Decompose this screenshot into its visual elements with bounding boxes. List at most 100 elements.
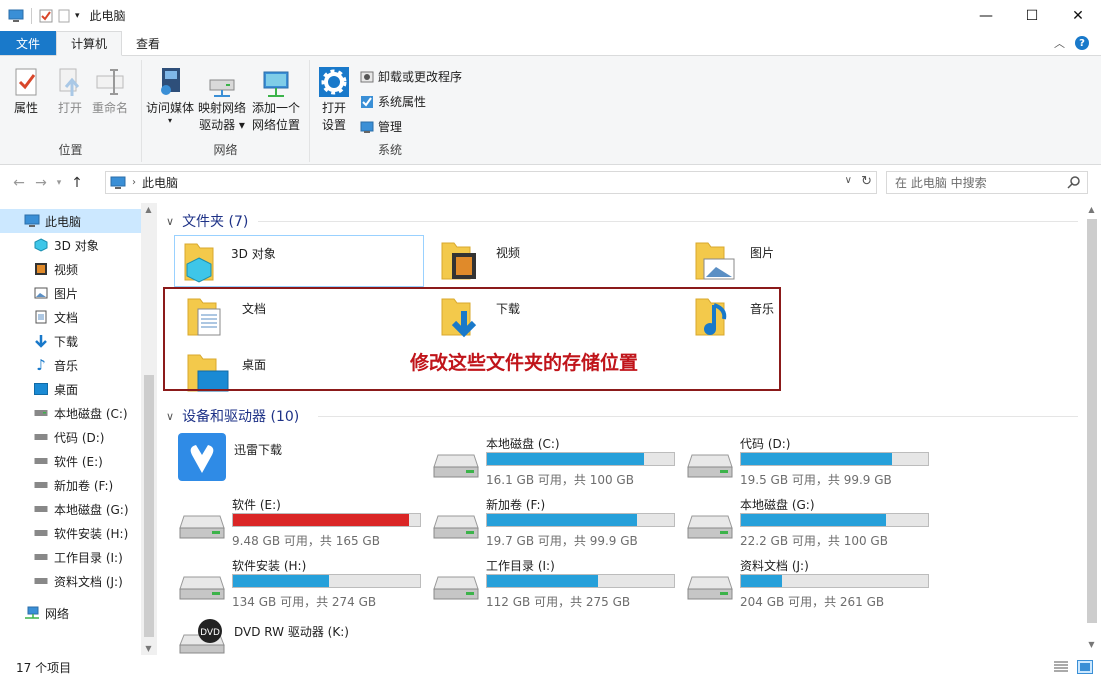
recent-locations-dropdown[interactable]: ▾ xyxy=(52,178,66,188)
manage-button[interactable]: 管理 xyxy=(360,118,402,135)
properties-button[interactable]: 属性 xyxy=(10,66,42,117)
scroll-down-arrow[interactable]: ▼ xyxy=(1084,640,1099,649)
back-button[interactable]: ← xyxy=(8,175,30,191)
navigation-pane: 此电脑 3D 对象 视频 图片 文档 下载 ♪ 音乐 桌面 本地磁盘 (C:) … xyxy=(0,203,157,655)
drive-tile-c[interactable]: 本地磁盘 (C:) 16.1 GB 可用，共 100 GB xyxy=(432,433,682,491)
scrollbar-thumb[interactable] xyxy=(1087,219,1097,623)
uninstall-programs-button[interactable]: 卸载或更改程序 xyxy=(360,68,462,85)
status-bar: 17 个项目 xyxy=(0,655,1101,680)
sidebar-item-drive-h[interactable]: 软件安装 (H:) xyxy=(0,521,141,545)
folder-tile-3d-objects[interactable]: 3D 对象 xyxy=(174,235,424,287)
folder-tile-videos[interactable]: 视频 xyxy=(440,235,690,287)
refresh-icon[interactable]: ↻ xyxy=(861,174,872,189)
folder-picture-icon xyxy=(695,242,735,280)
sidebar-item-drive-j[interactable]: 资料文档 (J:) xyxy=(0,569,141,593)
properties-icon[interactable] xyxy=(39,9,53,23)
sidebar-scrollbar[interactable]: ▲ ▼ xyxy=(141,203,157,655)
document-icon xyxy=(33,309,49,325)
folders-section-header[interactable]: ∨ 文件夹 (7) xyxy=(166,211,1078,231)
drive-tile-d[interactable]: 代码 (D:) 19.5 GB 可用，共 99.9 GB xyxy=(686,433,936,491)
breadcrumb[interactable]: 此电脑 xyxy=(142,174,178,191)
sidebar-item-drive-f[interactable]: 新加卷 (F:) xyxy=(0,473,141,497)
sidebar-item-music[interactable]: ♪ 音乐 xyxy=(0,353,141,377)
drive-tile-f[interactable]: 新加卷 (F:) 19.7 GB 可用，共 99.9 GB xyxy=(432,494,682,552)
minimize-button[interactable]: — xyxy=(963,0,1009,31)
content-scrollbar[interactable]: ▲ ▼ xyxy=(1084,203,1100,655)
sidebar-item-3d-objects[interactable]: 3D 对象 xyxy=(0,233,141,257)
maximize-button[interactable]: ☐ xyxy=(1009,0,1055,31)
usage-bar xyxy=(486,574,675,588)
dvd-drive-tile-k[interactable]: DVD DVD RW 驱动器 (K:) xyxy=(178,617,428,657)
drive-tile-h[interactable]: 软件安装 (H:) 134 GB 可用，共 274 GB xyxy=(178,555,428,613)
item-count: 17 个项目 xyxy=(16,661,72,675)
uninstall-icon xyxy=(360,71,374,82)
large-icons-view-icon[interactable] xyxy=(1077,660,1093,674)
app-tile-thunder[interactable]: 迅雷下载 xyxy=(178,433,428,485)
content-pane: ∨ 文件夹 (7) 3D 对象 视频 图片 文档 下载 音乐 桌面 ∨ 设备和驱… xyxy=(162,203,1100,657)
drive-tile-j[interactable]: 资料文档 (J:) 204 GB 可用，共 261 GB xyxy=(686,555,936,613)
help-icon[interactable]: ? xyxy=(1075,36,1089,50)
collapse-ribbon-icon[interactable]: ︿ xyxy=(1054,35,1065,51)
drive-icon xyxy=(33,453,49,469)
collapse-chevron-icon[interactable]: ∨ xyxy=(166,215,174,228)
tab-view[interactable]: 查看 xyxy=(122,31,174,55)
usage-bar xyxy=(486,452,675,466)
sidebar-item-pictures[interactable]: 图片 xyxy=(0,281,141,305)
sidebar-item-this-pc[interactable]: 此电脑 xyxy=(0,209,141,233)
tab-file[interactable]: 文件 xyxy=(0,31,57,55)
sidebar-item-network[interactable]: 网络 xyxy=(0,601,141,625)
sidebar-item-drive-e[interactable]: 软件 (E:) xyxy=(0,449,141,473)
drive-tile-g[interactable]: 本地磁盘 (G:) 22.2 GB 可用，共 100 GB xyxy=(686,494,936,552)
rename-button[interactable]: 重命名 xyxy=(92,66,128,117)
sidebar-item-documents[interactable]: 文档 xyxy=(0,305,141,329)
drive-icon xyxy=(33,405,49,421)
sidebar-item-drive-g[interactable]: 本地磁盘 (G:) xyxy=(0,497,141,521)
sidebar-item-downloads[interactable]: 下载 xyxy=(0,329,141,353)
hard-drive-icon xyxy=(433,454,479,478)
usage-bar xyxy=(232,513,421,527)
address-bar[interactable]: › 此电脑 ∨ ↻ xyxy=(105,171,877,194)
ribbon-group-location: 属性 打开 重命名 位置 xyxy=(0,60,142,162)
map-network-drive-button[interactable]: 映射网络 驱动器 ▾ xyxy=(198,66,246,134)
up-button[interactable]: ↑ xyxy=(66,175,88,191)
add-network-location-button[interactable]: 添加一个 网络位置 xyxy=(252,66,300,134)
ribbon-tabs: 文件 计算机 查看 ︿ ? xyxy=(0,31,1101,56)
hard-drive-icon xyxy=(687,576,733,600)
usage-bar-fill xyxy=(487,575,598,587)
dvd-drive-icon: DVD xyxy=(179,619,225,654)
video-icon xyxy=(33,261,49,277)
address-dropdown[interactable]: ∨ xyxy=(845,175,852,186)
sidebar-item-videos[interactable]: 视频 xyxy=(0,257,141,281)
ribbon-group-title: 位置 xyxy=(58,143,83,157)
search-input[interactable]: 在 此电脑 中搜索 xyxy=(886,171,1088,194)
collapse-chevron-icon[interactable]: ∨ xyxy=(166,410,174,423)
sidebar-item-drive-i[interactable]: 工作目录 (I:) xyxy=(0,545,141,569)
folder-tile-pictures[interactable]: 图片 xyxy=(694,235,944,287)
open-settings-button[interactable]: 打开 设置 xyxy=(318,66,350,134)
devices-section-header[interactable]: ∨ 设备和驱动器 (10) xyxy=(166,406,1078,426)
open-button[interactable]: 打开 xyxy=(54,66,86,117)
sidebar-item-drive-d[interactable]: 代码 (D:) xyxy=(0,425,141,449)
sidebar-item-drive-c[interactable]: 本地磁盘 (C:) xyxy=(0,401,141,425)
svg-text:DVD: DVD xyxy=(200,628,220,638)
forward-button[interactable]: → xyxy=(30,175,52,191)
drive-tile-i[interactable]: 工作目录 (I:) 112 GB 可用，共 275 GB xyxy=(432,555,682,613)
usage-bar-fill xyxy=(741,575,782,587)
drive-tile-e[interactable]: 软件 (E:) 9.48 GB 可用，共 165 GB xyxy=(178,494,428,552)
system-properties-button[interactable]: 系统属性 xyxy=(360,93,426,110)
scroll-up-arrow[interactable]: ▲ xyxy=(141,205,156,214)
close-button[interactable]: ✕ xyxy=(1055,0,1101,31)
scroll-up-arrow[interactable]: ▲ xyxy=(1084,205,1099,214)
tab-computer[interactable]: 计算机 xyxy=(56,31,123,56)
rename-icon xyxy=(96,69,124,95)
sidebar-item-desktop[interactable]: 桌面 xyxy=(0,377,141,401)
usage-bar xyxy=(740,574,929,588)
scrollbar-thumb[interactable] xyxy=(144,375,154,637)
scroll-down-arrow[interactable]: ▼ xyxy=(141,644,156,653)
new-folder-icon[interactable] xyxy=(57,9,71,23)
hard-drive-icon xyxy=(179,515,225,539)
access-media-button[interactable]: 访问媒体 ▾ xyxy=(146,66,194,125)
customize-qat-dropdown[interactable]: ▾ xyxy=(75,11,80,21)
breadcrumb-separator[interactable]: › xyxy=(132,177,136,188)
details-view-icon[interactable] xyxy=(1053,660,1069,674)
